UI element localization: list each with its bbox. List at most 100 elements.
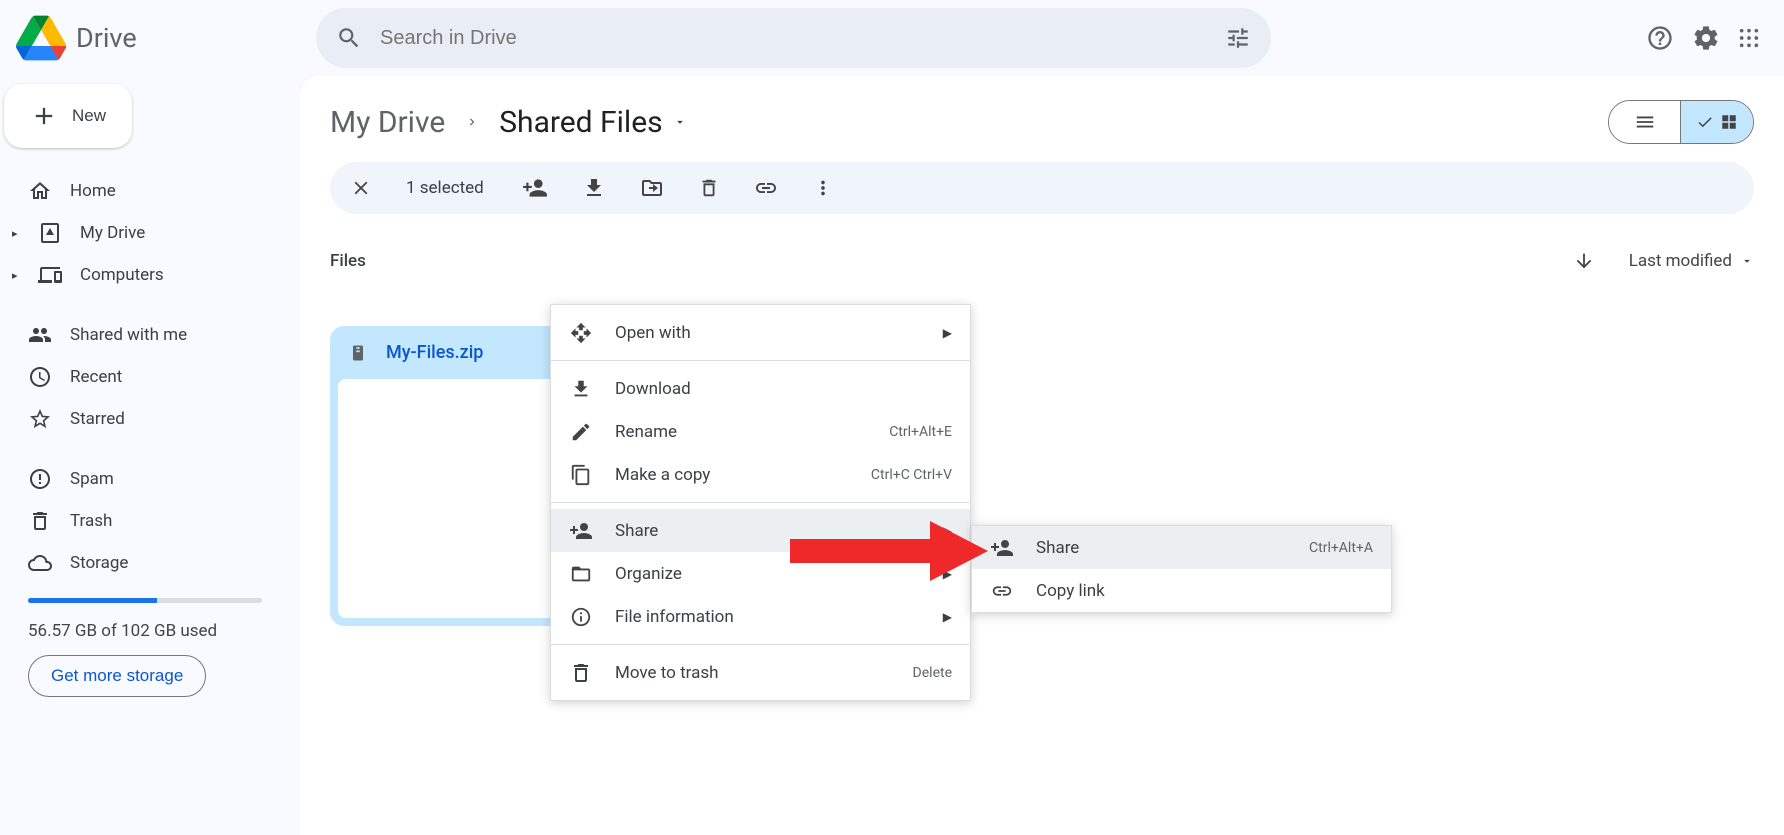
menu-label: File information bbox=[615, 607, 734, 627]
link-icon[interactable] bbox=[754, 176, 778, 200]
close-icon[interactable] bbox=[350, 177, 372, 199]
nav-item-shared-with-me[interactable]: Shared with me bbox=[4, 314, 284, 356]
check-icon bbox=[1696, 113, 1714, 131]
move-icon[interactable] bbox=[640, 176, 664, 200]
starred-icon bbox=[28, 407, 52, 431]
menu-label: Copy link bbox=[1036, 581, 1105, 601]
nav-item-spam[interactable]: Spam bbox=[4, 458, 284, 500]
drive-logo-icon bbox=[16, 13, 66, 63]
sort-control[interactable]: Last modified bbox=[1573, 250, 1754, 272]
chevron-right-icon bbox=[465, 111, 479, 133]
more-icon[interactable] bbox=[812, 177, 834, 199]
menu-label: Make a copy bbox=[615, 465, 710, 485]
download-icon[interactable] bbox=[582, 176, 606, 200]
header: Drive bbox=[0, 0, 1784, 76]
nav-item-starred[interactable]: Starred bbox=[4, 398, 284, 440]
openwith-icon bbox=[569, 321, 593, 345]
arrow-down-icon bbox=[1573, 250, 1595, 272]
settings-icon[interactable] bbox=[1692, 24, 1720, 52]
menu-shortcut: Ctrl+C Ctrl+V bbox=[871, 467, 952, 483]
menu-item-make-a-copy[interactable]: Make a copy Ctrl+C Ctrl+V bbox=[551, 453, 970, 496]
files-section-header: Files Last modified bbox=[300, 214, 1784, 286]
submenu-arrow-icon: ▶ bbox=[943, 524, 952, 538]
nav-item-my-drive[interactable]: ▸ My Drive bbox=[4, 212, 284, 254]
share-icon bbox=[569, 519, 593, 543]
menu-shortcut: Ctrl+Alt+A bbox=[1309, 540, 1373, 556]
rename-icon bbox=[569, 420, 593, 444]
menu-label: Share bbox=[1036, 538, 1079, 558]
list-view-button[interactable] bbox=[1609, 101, 1681, 143]
submenu-arrow-icon: ▶ bbox=[943, 610, 952, 624]
zip-file-icon bbox=[348, 343, 368, 363]
copy-icon bbox=[569, 463, 593, 487]
sort-dropdown-icon bbox=[1740, 254, 1754, 268]
new-button[interactable]: New bbox=[4, 84, 132, 148]
storage-icon bbox=[28, 551, 52, 575]
nav-item-recent[interactable]: Recent bbox=[4, 356, 284, 398]
submenu-arrow-icon: ▶ bbox=[943, 326, 952, 340]
sidebar-nav: Home ▸ My Drive ▸ Computers Shared with me Rec… bbox=[4, 170, 284, 584]
expand-arrow-icon[interactable]: ▸ bbox=[12, 227, 22, 240]
computers-icon bbox=[38, 263, 62, 287]
app-name: Drive bbox=[76, 22, 137, 54]
menu-item-file-information[interactable]: File information ▶ bbox=[551, 595, 970, 638]
nav-label: Spam bbox=[70, 469, 114, 489]
dropdown-icon bbox=[673, 115, 687, 129]
delete-icon[interactable] bbox=[698, 177, 720, 199]
menu-item-share[interactable]: Share ▶ bbox=[551, 509, 970, 552]
search-bar[interactable] bbox=[316, 8, 1271, 68]
list-view-icon bbox=[1634, 111, 1656, 133]
logo-area[interactable]: Drive bbox=[16, 13, 316, 63]
apps-icon[interactable] bbox=[1738, 27, 1760, 49]
nav-item-trash[interactable]: Trash bbox=[4, 500, 284, 542]
files-label: Files bbox=[330, 251, 366, 271]
help-icon[interactable] bbox=[1646, 24, 1674, 52]
submenu-arrow-icon: ▶ bbox=[943, 567, 952, 581]
trash-icon bbox=[28, 509, 52, 533]
share-icon bbox=[990, 536, 1014, 560]
menu-shortcut: Ctrl+Alt+E bbox=[889, 424, 952, 440]
menu-item-open-with[interactable]: Open with▶ bbox=[551, 311, 970, 354]
menu-label: Download bbox=[615, 379, 691, 399]
storage-bar bbox=[28, 598, 262, 603]
get-storage-button[interactable]: Get more storage bbox=[28, 655, 206, 697]
menu-item-organize[interactable]: Organize ▶ bbox=[551, 552, 970, 595]
search-input[interactable] bbox=[380, 27, 1207, 50]
menu-label: Move to trash bbox=[615, 663, 718, 683]
menu-item-move-to-trash[interactable]: Move to trash Delete bbox=[551, 651, 970, 694]
grid-view-button[interactable] bbox=[1681, 101, 1753, 143]
link-icon bbox=[990, 579, 1014, 603]
nav-label: Storage bbox=[70, 553, 128, 573]
selection-bar: 1 selected bbox=[330, 162, 1754, 214]
submenu-item-copy-link[interactable]: Copy link bbox=[972, 569, 1391, 612]
expand-arrow-icon[interactable]: ▸ bbox=[12, 269, 22, 282]
menu-shortcut: Delete bbox=[913, 665, 952, 681]
menu-label: Share bbox=[615, 521, 658, 541]
menu-item-rename[interactable]: RenameCtrl+Alt+E bbox=[551, 410, 970, 453]
nav-label: Starred bbox=[70, 409, 125, 429]
info-icon bbox=[569, 605, 593, 629]
share-icon[interactable] bbox=[522, 175, 548, 201]
breadcrumb-parent[interactable]: My Drive bbox=[330, 105, 445, 140]
view-toggle bbox=[1608, 100, 1754, 144]
nav-item-storage[interactable]: Storage bbox=[4, 542, 284, 584]
nav-label: Shared with me bbox=[70, 325, 187, 345]
nav-item-home[interactable]: Home bbox=[4, 170, 284, 212]
grid-view-icon bbox=[1720, 113, 1738, 131]
download-icon bbox=[569, 377, 593, 401]
nav-label: Recent bbox=[70, 367, 122, 387]
shared-icon bbox=[28, 323, 52, 347]
nav-item-computers[interactable]: ▸ Computers bbox=[4, 254, 284, 296]
selection-count: 1 selected bbox=[406, 178, 484, 198]
menu-label: Organize bbox=[615, 564, 682, 584]
search-options-icon[interactable] bbox=[1225, 25, 1251, 51]
breadcrumb-current[interactable]: Shared Files bbox=[499, 105, 686, 140]
nav-label: Computers bbox=[80, 265, 164, 285]
sidebar: New Home ▸ My Drive ▸ Computers Shared with m… bbox=[0, 76, 300, 835]
menu-item-download[interactable]: Download bbox=[551, 367, 970, 410]
main-content: My Drive Shared Files 1 selected bbox=[300, 76, 1784, 835]
submenu-item-share[interactable]: Share Ctrl+Alt+A bbox=[972, 526, 1391, 569]
nav-label: Home bbox=[70, 181, 116, 201]
search-icon bbox=[336, 25, 362, 51]
nav-label: My Drive bbox=[80, 223, 145, 243]
